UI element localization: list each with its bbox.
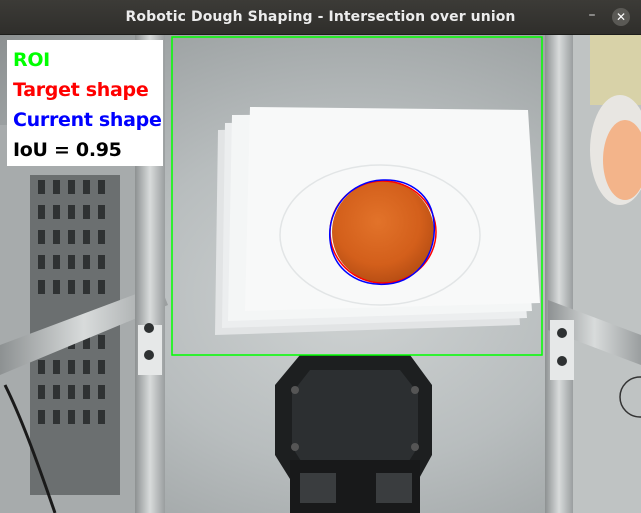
window-titlebar[interactable]: Robotic Dough Shaping - Intersection ove… [0,0,641,35]
legend-roi-label: ROI [13,49,50,71]
legend-panel: ROI Target shape Current shape IoU = 0.9… [7,40,163,166]
right-rack [545,35,641,513]
minimize-icon[interactable]: – [583,6,601,24]
dough-blob [332,181,434,283]
camera-view: ROI Target shape Current shape IoU = 0.9… [0,35,641,513]
close-icon[interactable]: ✕ [612,8,630,26]
window-title: Robotic Dough Shaping - Intersection ove… [125,9,516,25]
legend-target-label: Target shape [13,79,149,101]
iou-readout: IoU = 0.95 [13,139,122,161]
robot-gripper [275,355,432,513]
legend-current-label: Current shape [13,109,162,131]
